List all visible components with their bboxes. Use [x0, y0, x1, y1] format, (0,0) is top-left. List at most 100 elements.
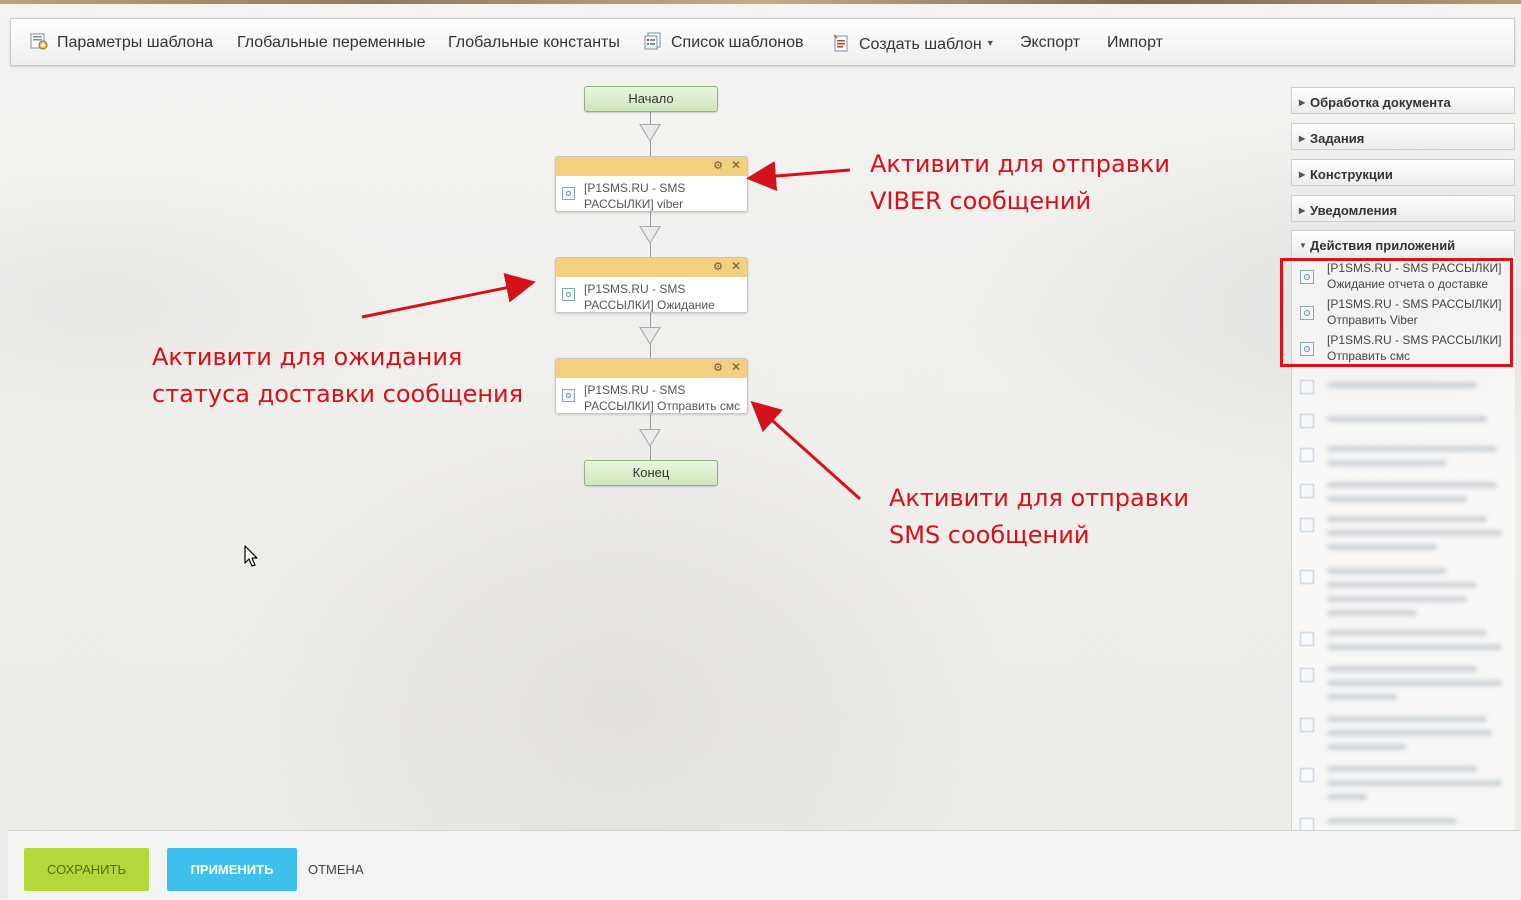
flow-arrow-4: [639, 429, 661, 447]
toolbar-import-label: Импорт: [1107, 34, 1163, 51]
activity-icon: [1300, 570, 1314, 584]
toolbar-import[interactable]: Импорт: [1107, 19, 1163, 65]
activity-icon: [1300, 380, 1314, 394]
template-params-icon: [30, 22, 48, 50]
chevron-right-icon: ▶: [1299, 206, 1306, 215]
annotation-arrow-sms: [750, 400, 862, 501]
activity-icon: [562, 288, 575, 301]
blurred-list-item[interactable]: [1292, 626, 1514, 660]
blurred-list-item[interactable]: [1292, 712, 1514, 758]
toolbar-create-template[interactable]: Создать шаблон ▼: [832, 19, 995, 65]
toolbar-template-list[interactable]: Список шаблонов: [644, 19, 804, 65]
toolbar-export[interactable]: Экспорт: [1020, 19, 1080, 65]
blurred-list-item[interactable]: [1292, 762, 1514, 808]
save-button[interactable]: СОХРАНИТЬ: [24, 848, 149, 891]
activity-title-line2: РАССЫЛКИ] viber: [584, 197, 684, 211]
blurred-list-item[interactable]: [1292, 812, 1514, 830]
close-icon[interactable]: ✕: [731, 259, 741, 273]
blurred-list-item[interactable]: [1292, 408, 1514, 436]
blurred-list-item[interactable]: [1292, 564, 1514, 620]
activity-header: ⚙ ✕: [556, 258, 747, 277]
gear-icon[interactable]: ⚙: [713, 361, 723, 374]
activity-icon: [1300, 518, 1314, 532]
activity-header: ⚙ ✕: [556, 157, 747, 176]
activity-icon: [1300, 668, 1314, 682]
section-notifications[interactable]: ▶ Уведомления: [1291, 195, 1515, 222]
window-top-strip: [0, 0, 1521, 4]
flow-arrow-1: [639, 124, 661, 142]
activity-title-line1: [P1SMS.RU - SMS: [584, 282, 686, 296]
activity-icon: [1300, 448, 1314, 462]
toolbar-export-label: Экспорт: [1020, 34, 1081, 51]
close-icon[interactable]: ✕: [731, 158, 741, 172]
activity-viber[interactable]: ⚙ ✕ [P1SMS.RU - SMS РАССЫЛКИ] viber: [555, 156, 748, 212]
flow-start-label: Начало: [628, 91, 674, 106]
annotation-viber-line2: VIBER сообщений: [870, 187, 1092, 215]
designer-toolbar: Параметры шаблона Глобальные переменные …: [10, 18, 1515, 66]
flow-end-node[interactable]: Конец: [584, 460, 718, 486]
annotation-arrow-viber: [746, 161, 851, 191]
activity-wait[interactable]: ⚙ ✕ [P1SMS.RU - SMS РАССЫЛКИ] Ожидание: [555, 257, 748, 313]
annotation-wait-line1: Активити для ожидания: [152, 343, 463, 371]
gear-icon[interactable]: ⚙: [713, 260, 723, 273]
blurred-list-item[interactable]: [1292, 374, 1514, 402]
toolbar-template-params[interactable]: Параметры шаблона: [30, 19, 213, 65]
activity-title: [P1SMS.RU - SMS РАССЫЛКИ] viber: [584, 180, 744, 211]
section-app-actions[interactable]: ▼ Действия приложений: [1291, 230, 1515, 257]
section-document-processing[interactable]: ▶ Обработка документа: [1291, 87, 1515, 114]
flow-start-node[interactable]: Начало: [584, 86, 718, 112]
annotation-sms-line2: SMS сообщений: [889, 521, 1090, 549]
chevron-right-icon: ▶: [1299, 98, 1306, 107]
section-label: Конструкции: [1310, 167, 1393, 182]
annotation-arrow-wait: [361, 273, 536, 319]
section-label: Задания: [1310, 131, 1365, 146]
toolbar-template-list-label: Список шаблонов: [671, 34, 804, 51]
annotation-viber: Активити для отправки VIBER сообщений: [870, 146, 1170, 220]
section-label: Действия приложений: [1310, 238, 1456, 253]
activity-icon: [562, 187, 575, 200]
gear-icon[interactable]: ⚙: [713, 159, 723, 172]
apply-button[interactable]: ПРИМЕНИТЬ: [167, 848, 297, 891]
activity-header: ⚙ ✕: [556, 359, 747, 378]
highlight-box-app-actions: [1280, 258, 1513, 367]
annotation-sms: Активити для отправки SMS сообщений: [889, 480, 1189, 554]
flow-arrow-3: [639, 327, 661, 345]
section-tasks[interactable]: ▶ Задания: [1291, 123, 1515, 150]
chevron-right-icon: ▶: [1299, 134, 1306, 143]
annotation-wait-line2: статуса доставки сообщения: [152, 380, 524, 408]
mouse-cursor-icon: [244, 545, 260, 573]
toolbar-global-constants-label: Глобальные константы: [448, 34, 620, 51]
toolbar-global-variables[interactable]: Глобальные переменные: [237, 19, 426, 65]
blurred-list-item[interactable]: [1292, 512, 1514, 558]
activity-icon: [1300, 818, 1314, 830]
activity-icon: [1300, 414, 1314, 428]
close-icon[interactable]: ✕: [731, 360, 741, 374]
blurred-list-item[interactable]: [1292, 442, 1514, 474]
footer-bar: СОХРАНИТЬ ПРИМЕНИТЬ ОТМЕНА: [8, 830, 1521, 900]
activity-icon: [1300, 718, 1314, 732]
annotation-wait: Активити для ожидания статуса доставки с…: [152, 339, 523, 413]
section-constructions[interactable]: ▶ Конструкции: [1291, 159, 1515, 186]
section-label: Обработка документа: [1310, 95, 1451, 110]
activity-title-line2: РАССЫЛКИ] Ожидание: [584, 298, 715, 312]
chevron-down-icon: ▼: [985, 38, 995, 48]
activity-title: [P1SMS.RU - SMS РАССЫЛКИ] Отправить смс: [584, 382, 744, 413]
blurred-list-item[interactable]: [1292, 478, 1514, 510]
activity-send-sms[interactable]: ⚙ ✕ [P1SMS.RU - SMS РАССЫЛКИ] Отправить …: [555, 358, 748, 414]
activity-title: [P1SMS.RU - SMS РАССЫЛКИ] Ожидание: [584, 281, 744, 312]
flow-end-label: Конец: [632, 465, 670, 480]
cancel-button[interactable]: ОТМЕНА: [308, 848, 378, 891]
blurred-list-item[interactable]: [1292, 662, 1514, 708]
section-label: Уведомления: [1310, 203, 1398, 218]
toolbar-template-params-label: Параметры шаблона: [57, 34, 214, 51]
activity-icon: [562, 389, 575, 402]
toolbar-global-variables-label: Глобальные переменные: [237, 34, 426, 51]
toolbar-global-constants[interactable]: Глобальные константы: [448, 19, 620, 65]
activity-icon: [1300, 768, 1314, 782]
toolbar-create-template-label: Создать шаблон: [859, 36, 982, 53]
annotation-viber-line1: Активити для отправки: [870, 150, 1170, 178]
create-template-icon: [832, 24, 850, 52]
annotation-sms-line1: Активити для отправки: [889, 484, 1189, 512]
activity-title-line2: РАССЫЛКИ] Отправить смс: [584, 399, 741, 413]
activity-title-line1: [P1SMS.RU - SMS: [584, 383, 686, 397]
